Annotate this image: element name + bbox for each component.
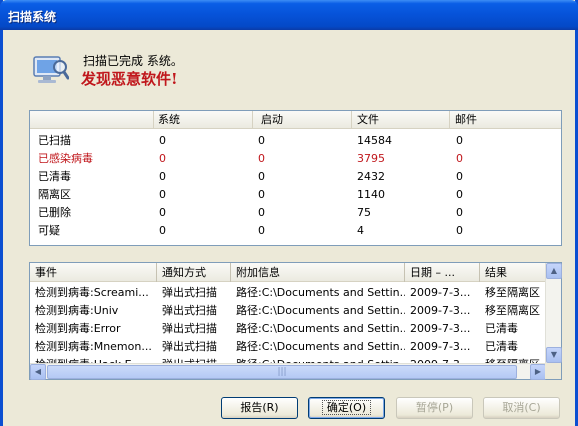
event-cell: 弹出式扫描 — [162, 340, 217, 353]
summary-header: 系统 启动 文件 邮件 — [30, 111, 561, 129]
scan-summary-table: 系统 启动 文件 邮件 已扫描 0 0 14584 0 已感染病毒 0 0 3795 0 已清毒 0 0… — [29, 110, 562, 246]
report-button[interactable]: 报告(R) — [221, 397, 298, 419]
summary-cell: 0 — [258, 188, 265, 201]
event-cell: 2009-7-3... — [410, 286, 471, 299]
scroll-left-icon[interactable]: ◀ — [30, 364, 46, 380]
summary-cell: 4 — [357, 224, 364, 237]
summary-cell: 0 — [258, 206, 265, 219]
scroll-down-icon[interactable]: ▼ — [546, 347, 562, 363]
summary-cell: 3795 — [357, 152, 385, 165]
summary-row-label: 隔离区 — [38, 188, 71, 201]
cancel-button[interactable]: 取消(C) — [483, 397, 560, 419]
summary-cell: 0 — [159, 152, 166, 165]
scan-dialog: 扫描系统 扫描已完成 系统。 发现恶意软件! 系统 启动 文件 邮件 已扫描 0 0… — [0, 0, 578, 426]
event-cell: 已清毒 — [485, 340, 518, 353]
summary-cell: 0 — [258, 224, 265, 237]
ok-button-label: 确定(O) — [321, 400, 372, 415]
event-row[interactable]: 检测到病毒:Hack.E...弹出式扫描路径:C:\Documents and … — [30, 355, 546, 363]
summary-row-label: 已扫描 — [38, 134, 71, 147]
summary-cell: 0 — [456, 170, 463, 183]
event-cell: 检测到病毒:Hack.E... — [30, 355, 157, 363]
event-list[interactable]: 事件 通知方式 附加信息 日期 – ... 结果 检测到病毒:Screami..… — [29, 262, 562, 380]
summary-cell: 0 — [159, 170, 166, 183]
summary-cell: 0 — [258, 170, 265, 183]
summary-cell: 1140 — [357, 188, 385, 201]
event-cell: 移至隔离区 — [485, 286, 540, 299]
event-cell: 2009-7-3... — [410, 322, 471, 335]
summary-cell: 0 — [159, 206, 166, 219]
malware-found-headline: 发现恶意软件! — [81, 70, 178, 88]
event-cell: 2009-7-3... — [410, 340, 471, 353]
event-cell: 路径:C:\Documents and Settin... — [236, 304, 405, 317]
summary-cell: 0 — [258, 152, 265, 165]
summary-cell: 75 — [357, 206, 371, 219]
summary-cell: 0 — [456, 206, 463, 219]
event-cell: 路径:C:\Documents and Settin... — [231, 355, 405, 363]
summary-row-label: 已清毒 — [38, 170, 71, 183]
summary-row-label: 可疑 — [38, 224, 60, 237]
summary-col-label[interactable] — [30, 111, 154, 129]
event-cell: 检测到病毒:Univ — [35, 304, 119, 317]
event-cell: 移至隔离区 — [480, 355, 546, 363]
summary-col-files[interactable]: 文件 — [352, 111, 450, 129]
event-cell: 已清毒 — [485, 322, 518, 335]
event-cell: 弹出式扫描 — [162, 286, 217, 299]
summary-cell: 0 — [456, 152, 463, 165]
summary-col-mail[interactable]: 邮件 — [450, 111, 561, 129]
summary-row-label: 已感染病毒 — [38, 152, 93, 165]
scroll-right-icon[interactable]: ▶ — [530, 364, 546, 380]
event-cell: 弹出式扫描 — [162, 304, 217, 317]
event-cell: 移至隔离区 — [485, 304, 540, 317]
event-cell: 路径:C:\Documents and Settin... — [236, 322, 405, 335]
scroll-corner — [545, 363, 561, 379]
summary-cell: 0 — [456, 134, 463, 147]
event-vertical-scrollbar[interactable]: ▲ ▼ — [545, 263, 562, 363]
summary-cell: 0 — [456, 224, 463, 237]
summary-cell: 0 — [159, 224, 166, 237]
pause-button[interactable]: 暂停(P) — [396, 397, 473, 419]
event-cell: 路径:C:\Documents and Settin... — [236, 340, 405, 353]
event-cell: 弹出式扫描 — [157, 355, 231, 363]
event-cell: 检测到病毒:Screami... — [35, 286, 149, 299]
monitor-search-icon — [33, 56, 69, 83]
summary-cell: 0 — [159, 134, 166, 147]
summary-cell: 2432 — [357, 170, 385, 183]
event-cell: 检测到病毒:Mnemon... — [35, 340, 152, 353]
scroll-up-icon[interactable]: ▲ — [546, 263, 562, 279]
event-cell: 2009-7-3... — [410, 304, 471, 317]
event-cell: 检测到病毒:Error — [35, 322, 121, 335]
event-cell: 弹出式扫描 — [162, 322, 217, 335]
event-row[interactable]: 检测到病毒:Univ 弹出式扫描 路径:C:\Documents and Setti… — [30, 301, 546, 320]
ok-button[interactable]: 确定(O) — [308, 397, 385, 419]
dialog-header: 扫描已完成 系统。 发现恶意软件! — [3, 30, 575, 98]
summary-col-startup[interactable]: 启动 — [253, 111, 352, 129]
summary-cell: 0 — [258, 134, 265, 147]
horizontal-scroll-thumb[interactable]: ||| — [47, 365, 517, 379]
summary-cell: 0 — [456, 188, 463, 201]
event-row[interactable]: 检测到病毒:Screami... 弹出式扫描 路径:C:\Documents and… — [30, 283, 546, 302]
window-title[interactable]: 扫描系统 — [0, 0, 578, 30]
summary-row-label: 已删除 — [38, 206, 71, 219]
summary-cell: 14584 — [357, 134, 392, 147]
scan-status-text: 扫描已完成 系统。 — [83, 54, 183, 68]
event-cell: 2009-7-3... — [405, 355, 480, 363]
event-row[interactable]: 检测到病毒:Error 弹出式扫描 路径:C:\Documents and Sett… — [30, 319, 546, 338]
event-cell: 路径:C:\Documents and Settin... — [236, 286, 405, 299]
event-horizontal-scrollbar[interactable]: ◀ ||| ▶ — [30, 363, 546, 380]
event-row[interactable]: 检测到病毒:Mnemon... 弹出式扫描 路径:C:\Documents and … — [30, 337, 546, 356]
summary-col-system[interactable]: 系统 — [154, 111, 253, 129]
summary-cell: 0 — [159, 188, 166, 201]
